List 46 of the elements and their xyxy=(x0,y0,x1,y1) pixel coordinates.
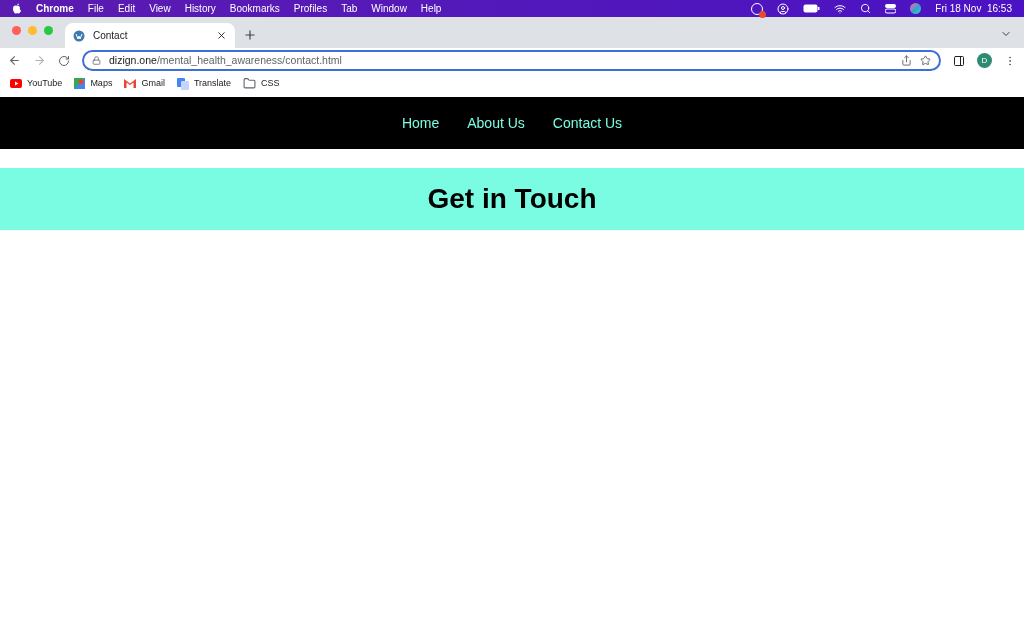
nav-link[interactable]: Home xyxy=(401,112,440,134)
bookmark-link[interactable]: CSS xyxy=(261,76,280,91)
new-tab-icon[interactable] xyxy=(243,28,257,42)
nav-link[interactable]: Contact Us xyxy=(552,112,623,134)
menu-item[interactable]: File xyxy=(87,1,104,16)
map-pin-icon xyxy=(74,78,86,89)
reload-icon[interactable] xyxy=(58,54,70,67)
bookmark-link[interactable]: Gmail xyxy=(141,76,165,91)
nav-link[interactable]: About Us xyxy=(467,112,525,134)
page-heading: Get in Touch xyxy=(427,182,597,216)
menu-item[interactable]: Help xyxy=(420,1,442,16)
search-icon[interactable] xyxy=(860,3,872,14)
user-icon[interactable] xyxy=(777,2,790,15)
menu-item[interactable]: Profiles xyxy=(293,1,328,16)
mail-icon xyxy=(124,79,137,88)
menu-clock[interactable]: Fri 18 Nov 16:53 xyxy=(935,1,1012,16)
back-icon[interactable] xyxy=(8,54,21,67)
share-icon[interactable] xyxy=(901,55,912,66)
lock-icon xyxy=(92,56,101,65)
tab-title: Contact xyxy=(93,29,129,43)
menu-item[interactable]: History xyxy=(184,1,216,16)
bookmark-link[interactable]: YouTube xyxy=(27,76,63,91)
menu-item[interactable]: Tab xyxy=(341,1,358,16)
wifi-icon[interactable] xyxy=(834,2,847,15)
menu-item[interactable]: Edit xyxy=(117,1,136,16)
address-bar[interactable]: dizign.one/mental_health_awareness/contact.html xyxy=(82,50,941,71)
browser-tab[interactable]: Contact xyxy=(65,23,235,48)
close-icon[interactable] xyxy=(216,30,227,41)
translate-icon xyxy=(176,77,189,90)
battery-icon[interactable] xyxy=(803,4,821,13)
profile-avatar[interactable]: D xyxy=(977,53,992,68)
site-logo-icon xyxy=(73,29,85,42)
folder-icon xyxy=(243,77,257,90)
menu-item[interactable]: View xyxy=(149,1,171,16)
menu-item[interactable]: Window xyxy=(371,1,407,16)
bookmark-link[interactable]: Translate xyxy=(193,76,232,91)
video-play-icon xyxy=(10,79,22,88)
control-center-icon[interactable] xyxy=(885,3,897,14)
bookmark-link[interactable]: Maps xyxy=(90,76,113,91)
bookmark-star-icon[interactable] xyxy=(920,55,931,66)
apple-logo-icon[interactable] xyxy=(12,3,22,14)
menu-item[interactable]: Bookmarks xyxy=(229,1,280,16)
url-text: dizign.one/mental_health_awareness/contact.html xyxy=(109,52,343,68)
siri-icon[interactable] xyxy=(910,3,922,14)
side-panel-icon[interactable] xyxy=(953,54,965,67)
menu-app-name[interactable]: Chrome xyxy=(36,1,74,16)
